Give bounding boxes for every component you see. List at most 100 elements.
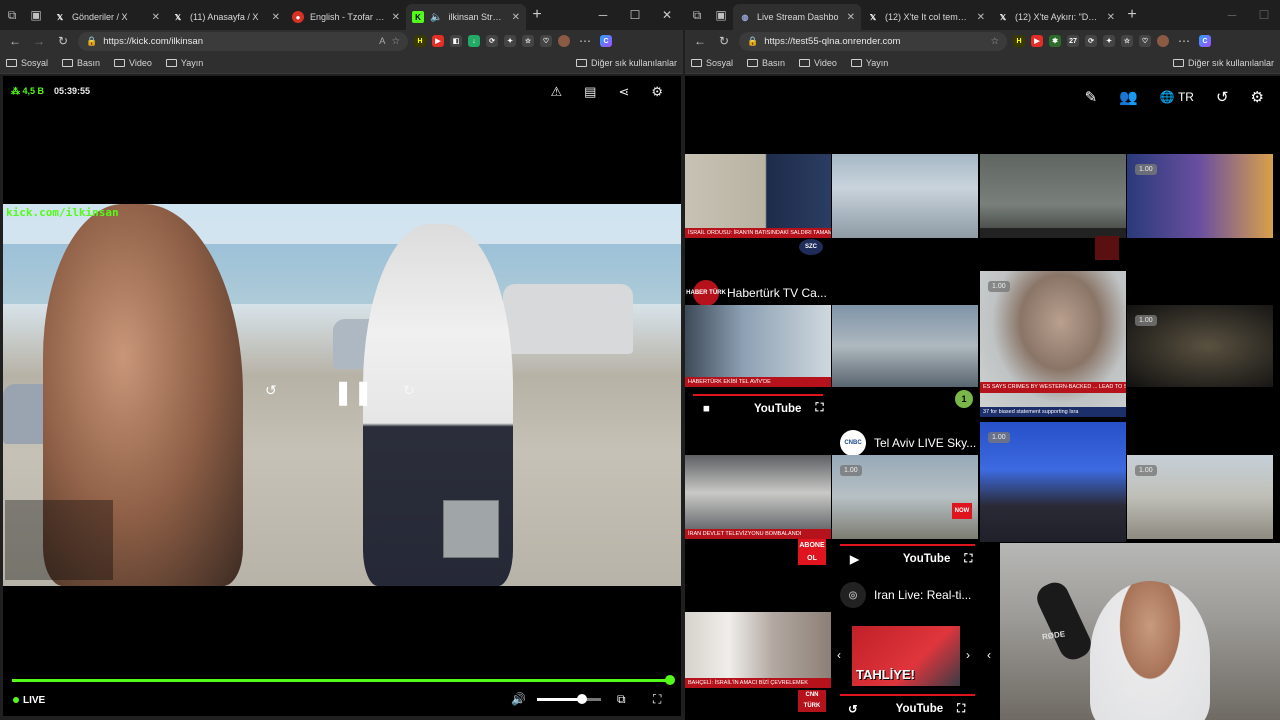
carousel-prev-icon[interactable]: ‹	[837, 648, 841, 662]
extension-icon[interactable]: ✱	[1049, 35, 1061, 47]
extension-icon[interactable]: ↓	[468, 35, 480, 47]
favorites-icon[interactable]: ☆	[1121, 35, 1133, 47]
refresh-icon[interactable]: ↻	[54, 34, 72, 48]
extension-icon[interactable]: ⟳	[1085, 35, 1097, 47]
close-tab-icon[interactable]: ✕	[152, 12, 160, 23]
stream-tile-interview[interactable]: 1.00 ES SAYS CRIMES BY WESTERN-BACKED ..…	[980, 271, 1126, 417]
tab-gonderiler[interactable]: 𝕏 Gönderiler / X ✕	[48, 4, 166, 30]
volume-slider[interactable]	[537, 694, 601, 704]
collections-icon[interactable]: ♡	[1139, 35, 1151, 47]
progress-bar[interactable]	[840, 694, 975, 696]
refresh-icon[interactable]: ↻	[715, 34, 733, 48]
clip-icon[interactable]: ▤	[584, 84, 596, 100]
favorite-star-icon[interactable]: ☆	[990, 36, 999, 47]
fullscreen-icon[interactable]: ⛶	[957, 703, 965, 716]
stream-tile-tahliye[interactable]: TAHLİYE!	[852, 626, 960, 686]
minimize-icon[interactable]: ─	[1216, 8, 1248, 22]
stream-tile-haberturk[interactable]: HABERTÜRK EKİBİ TEL AVİV'DE	[685, 305, 831, 387]
extension-icon[interactable]: H	[414, 35, 426, 47]
stream-tile-game[interactable]: 1.00	[1127, 154, 1273, 238]
edit-icon[interactable]: ✎	[1085, 88, 1098, 106]
back-icon[interactable]: ←	[6, 34, 24, 48]
copilot-icon[interactable]: C	[1199, 35, 1211, 47]
close-tab-icon[interactable]: ✕	[1107, 12, 1115, 23]
volume-icon[interactable]: 🔊	[511, 692, 526, 706]
youtube-logo[interactable]: YouTube	[896, 703, 943, 715]
theater-mode-icon[interactable]: ⧉	[617, 692, 626, 707]
avatar[interactable]	[1157, 35, 1169, 47]
menu-dots-icon[interactable]: ⋯	[576, 34, 594, 48]
tab-x-post-1[interactable]: 𝕏 (12) X'te It col temmuz: "I ✕	[861, 4, 991, 30]
carousel-prev-icon[interactable]: ‹	[987, 648, 991, 662]
extension-icon[interactable]: ⟳	[486, 35, 498, 47]
stream-tile-road[interactable]: 1.00	[1127, 455, 1273, 539]
progress-bar[interactable]	[12, 675, 675, 685]
tab-anasayfa[interactable]: 𝕏 (11) Anasayfa / X ✕	[166, 4, 286, 30]
reset-icon[interactable]: ↺	[1216, 88, 1229, 106]
bookmark-folder-video[interactable]: Video	[799, 58, 837, 68]
extension-icon[interactable]: ◧	[450, 35, 462, 47]
minimize-icon[interactable]: ─	[587, 8, 619, 22]
close-window-icon[interactable]: ✕	[651, 8, 683, 22]
new-tab-button[interactable]: +	[526, 6, 548, 24]
favorite-star-icon[interactable]: ☆	[391, 36, 400, 47]
bookmark-folder-yayin[interactable]: Yayın	[850, 58, 888, 68]
extension-icon[interactable]: ▶	[432, 35, 444, 47]
progress-bar[interactable]	[840, 544, 975, 546]
close-tab-icon[interactable]: ✕	[977, 12, 985, 23]
stream-tile-blast[interactable]: İRAN DEVLET TELEVİZYONU BOMBALANDI	[685, 455, 831, 539]
back-icon[interactable]: ←	[691, 34, 709, 48]
bookmark-folder-sosyal[interactable]: Sosyal	[691, 58, 733, 68]
copilot-icon[interactable]: C	[600, 35, 612, 47]
extensions-puzzle-icon[interactable]: ✦	[1103, 35, 1115, 47]
close-tab-icon[interactable]: ✕	[272, 12, 280, 23]
extension-icon[interactable]: H	[1013, 35, 1025, 47]
tab-tzofar[interactable]: ● English - Tzofar - Red ✕	[286, 4, 406, 30]
forward-icon[interactable]: →	[30, 34, 48, 48]
avatar[interactable]	[558, 35, 570, 47]
pause-icon[interactable]: ❚❚	[333, 378, 373, 407]
address-bar[interactable]: 🔒 https://test55-qlna.onrender.com ☆	[739, 31, 1007, 51]
settings-gear-icon[interactable]: ⚙	[651, 84, 663, 100]
youtube-logo[interactable]: YouTube	[754, 403, 801, 415]
close-tab-icon[interactable]: ✕	[512, 12, 520, 23]
stream-tile-anchor[interactable]: 1.00	[980, 422, 1126, 542]
bookmark-folder-video[interactable]: Video	[114, 58, 152, 68]
tab-kick-stream[interactable]: K 🔈 ilkinsan Stream - ✕	[406, 4, 526, 30]
menu-dots-icon[interactable]: ⋯	[1175, 34, 1193, 48]
extension-icon[interactable]: 27	[1067, 35, 1079, 47]
stream-tile-news-map[interactable]: İSRAİL ORDUSU: İRAN'IN BATISINDAKİ SALDI…	[685, 154, 831, 238]
stop-icon[interactable]: ■	[703, 403, 710, 415]
tab-live-dashboard[interactable]: ◍ Live Stream Dashbo ✕	[733, 4, 861, 30]
new-tab-button[interactable]: +	[1121, 6, 1143, 24]
maximize-icon[interactable]: ☐	[619, 8, 651, 22]
collections-icon[interactable]: ♡	[540, 35, 552, 47]
report-warning-icon[interactable]: ⚠	[550, 84, 562, 100]
channel-haberturk[interactable]: HABER TÜRK Habertürk TV Ca...	[686, 280, 827, 306]
tab-actions-icon[interactable]: ▣	[24, 3, 48, 27]
language-selector[interactable]: 🌐 TR	[1160, 90, 1194, 104]
stream-tile-dark-room[interactable]: 1.00	[1127, 305, 1273, 387]
fullscreen-icon[interactable]: ⛶	[815, 402, 823, 415]
bookmark-folder-basin[interactable]: Basın	[62, 58, 100, 68]
youtube-logo[interactable]: YouTube	[903, 553, 950, 565]
address-bar[interactable]: 🔒 https://kick.com/ilkinsan A ☆	[78, 31, 408, 51]
stream-tile-telaviv-sky[interactable]: 1.00 NOW	[832, 455, 978, 539]
play-icon[interactable]: ▶	[850, 552, 859, 566]
read-aloud-icon[interactable]: A	[379, 36, 385, 47]
workspaces-icon[interactable]: ⧉	[0, 3, 24, 27]
extension-icon[interactable]: ▶	[1031, 35, 1043, 47]
settings-gear-icon[interactable]: ⚙	[1251, 88, 1264, 106]
extensions-puzzle-icon[interactable]: ✦	[504, 35, 516, 47]
channel-telaviv[interactable]: CNBC Tel Aviv LIVE Sky...	[840, 430, 976, 456]
progress-bar[interactable]	[693, 394, 823, 396]
stream-tile-skyline[interactable]	[832, 305, 978, 387]
close-tab-icon[interactable]: ✕	[847, 12, 855, 23]
bookmark-folder-sosyal[interactable]: Sosyal	[6, 58, 48, 68]
share-icon[interactable]: ⋖	[618, 84, 629, 100]
channel-iran-live[interactable]: ◎ Iran Live: Real-ti...	[840, 582, 971, 608]
fullscreen-icon[interactable]: ⛶	[964, 553, 972, 566]
stream-tile-city-cam[interactable]	[832, 154, 978, 238]
bookmark-folder-other[interactable]: Diğer sık kullanılanlar	[1172, 58, 1274, 68]
abone-ol-badge[interactable]: ABONE OL	[798, 539, 826, 565]
